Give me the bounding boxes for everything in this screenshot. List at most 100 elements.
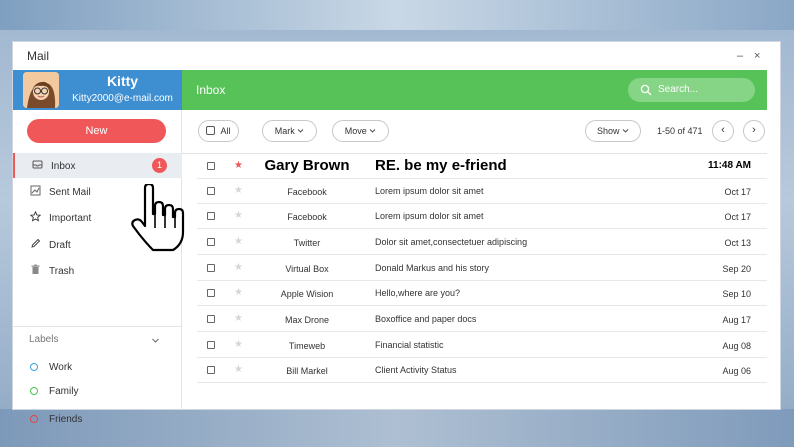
table-row[interactable]: ★ Timeweb Financial statistic Aug 08: [197, 333, 767, 358]
mark-label: Mark: [274, 126, 295, 136]
star-icon[interactable]: ★: [234, 313, 243, 324]
row-checkbox[interactable]: [207, 212, 215, 220]
table-row[interactable]: ★ Facebook Lorem ipsum dolor sit amet Oc…: [197, 179, 767, 204]
sidebar-item-label: Important: [49, 213, 92, 224]
table-row[interactable]: ★ Max Drone Boxoffice and paper docs Aug…: [197, 307, 767, 332]
move-dropdown[interactable]: Move: [332, 120, 389, 142]
labels-title: Labels: [29, 334, 59, 345]
message-sender: Gary Brown: [264, 157, 350, 174]
message-date: Sep 20: [722, 264, 751, 274]
search-input[interactable]: Search...: [628, 78, 755, 102]
row-checkbox[interactable]: [207, 366, 215, 374]
mail-toolbar: All Mark Move Show 1-50 of 471 ‹ ›: [182, 110, 767, 154]
message-sender: Facebook: [287, 212, 327, 222]
message-sender: Twitter: [293, 238, 321, 248]
message-subject: Lorem ipsum dolor sit amet: [375, 186, 484, 196]
row-checkbox[interactable]: [207, 264, 215, 272]
sidebar-item-label: Draft: [49, 240, 71, 251]
mail-window: Mail – × Kitty Kitty2000@e-mail.com Inbo…: [12, 41, 781, 425]
label-dot-icon: [30, 363, 38, 371]
table-row[interactable]: ★ Virtual Box Donald Markus and his stor…: [197, 256, 767, 281]
table-row[interactable]: ★ Apple Wision Hello,where are you? Sep …: [197, 281, 767, 306]
sent-icon: [30, 185, 41, 196]
window-title: Mail: [27, 49, 50, 63]
message-date: Sep 10: [722, 289, 751, 299]
row-checkbox[interactable]: [207, 341, 215, 349]
label-name: Work: [49, 362, 73, 373]
prev-page-button[interactable]: ‹: [712, 120, 734, 142]
checkbox-icon: [206, 126, 216, 135]
table-row[interactable]: ★ Twitter Dolor sit amet,consectetuer ad…: [197, 230, 767, 255]
star-icon: [29, 210, 42, 222]
star-icon[interactable]: ★: [234, 185, 243, 196]
minimize-button[interactable]: –: [737, 50, 743, 62]
close-button[interactable]: ×: [754, 50, 760, 62]
row-checkbox[interactable]: [207, 162, 215, 170]
new-mail-button[interactable]: New: [27, 119, 166, 143]
divider: [13, 326, 182, 327]
inbox-icon: [32, 159, 43, 170]
sidebar: New Inbox 1 Sent Mail Important Draft Tr…: [13, 110, 182, 425]
row-checkbox[interactable]: [207, 238, 215, 246]
header-bar: Inbox Search...: [182, 70, 767, 110]
page-title: Inbox: [196, 83, 226, 97]
label-family[interactable]: Family: [30, 384, 170, 404]
message-sender: Max Drone: [284, 315, 329, 325]
star-icon[interactable]: ★: [234, 262, 243, 273]
move-label: Move: [344, 126, 367, 136]
sidebar-item-inbox[interactable]: Inbox 1: [13, 153, 182, 178]
star-icon[interactable]: ★: [234, 339, 243, 350]
message-sender: Timeweb: [288, 341, 326, 351]
message-date: Oct 13: [724, 238, 751, 248]
label-name: Family: [49, 386, 79, 397]
label-name: Friends: [49, 414, 83, 425]
message-sender: Virtual Box: [285, 264, 329, 274]
star-icon[interactable]: ★: [234, 160, 243, 171]
chevron-down-icon[interactable]: [151, 332, 160, 350]
mark-dropdown[interactable]: Mark: [262, 120, 317, 142]
message-subject: RE. be my e-friend: [375, 157, 507, 174]
label-work[interactable]: Work: [30, 360, 170, 380]
label-friends[interactable]: Friends: [30, 412, 170, 432]
unread-badge: 1: [152, 158, 167, 173]
label-dot-icon: [30, 387, 38, 395]
message-date: Oct 17: [724, 212, 751, 222]
table-row[interactable]: ★ Bill Markel Client Activity Status Aug…: [197, 358, 767, 383]
star-icon[interactable]: ★: [234, 210, 243, 221]
draft-icon: [30, 238, 41, 249]
message-subject: Hello,where are you?: [375, 288, 461, 298]
message-date: Aug 06: [722, 366, 751, 376]
message-subject: Donald Markus and his story: [375, 263, 490, 273]
chevron-down-icon: [369, 126, 376, 136]
sidebar-item-trash[interactable]: Trash: [13, 258, 182, 283]
message-date: Aug 08: [722, 341, 751, 351]
message-subject: Lorem ipsum dolor sit amet: [375, 211, 484, 221]
message-date: 11:48 AM: [708, 160, 751, 171]
show-label: Show: [596, 126, 620, 136]
select-all-button[interactable]: All: [198, 120, 239, 142]
search-icon: [640, 83, 652, 101]
trash-icon: [30, 264, 41, 275]
star-icon[interactable]: ★: [234, 236, 243, 247]
table-row[interactable]: ★ Facebook Lorem ipsum dolor sit amet Oc…: [197, 204, 767, 229]
message-sender: Apple Wision: [280, 289, 334, 299]
show-dropdown[interactable]: Show: [585, 120, 641, 142]
profile-panel[interactable]: Kitty Kitty2000@e-mail.com: [13, 70, 182, 110]
star-icon[interactable]: ★: [234, 364, 243, 375]
profile-name: Kitty: [106, 73, 139, 89]
search-placeholder: Search...: [658, 84, 699, 95]
message-subject: Client Activity Status: [375, 365, 457, 375]
background-top: [0, 0, 794, 30]
table-row[interactable]: ★ Gary Brown RE. be my e-friend 11:48 AM: [197, 154, 767, 179]
next-page-button[interactable]: ›: [743, 120, 765, 142]
sidebar-item-label: Inbox: [51, 161, 76, 172]
row-checkbox[interactable]: [207, 289, 215, 297]
chevron-down-icon: [297, 126, 304, 136]
star-icon[interactable]: ★: [234, 287, 243, 298]
row-checkbox[interactable]: [207, 187, 215, 195]
row-checkbox[interactable]: [207, 315, 215, 323]
title-bar: Mail – ×: [13, 42, 780, 70]
message-date: Aug 17: [722, 315, 751, 325]
message-subject: Dolor sit amet,consectetuer adipiscing: [375, 237, 528, 247]
message-subject: Boxoffice and paper docs: [375, 314, 477, 324]
